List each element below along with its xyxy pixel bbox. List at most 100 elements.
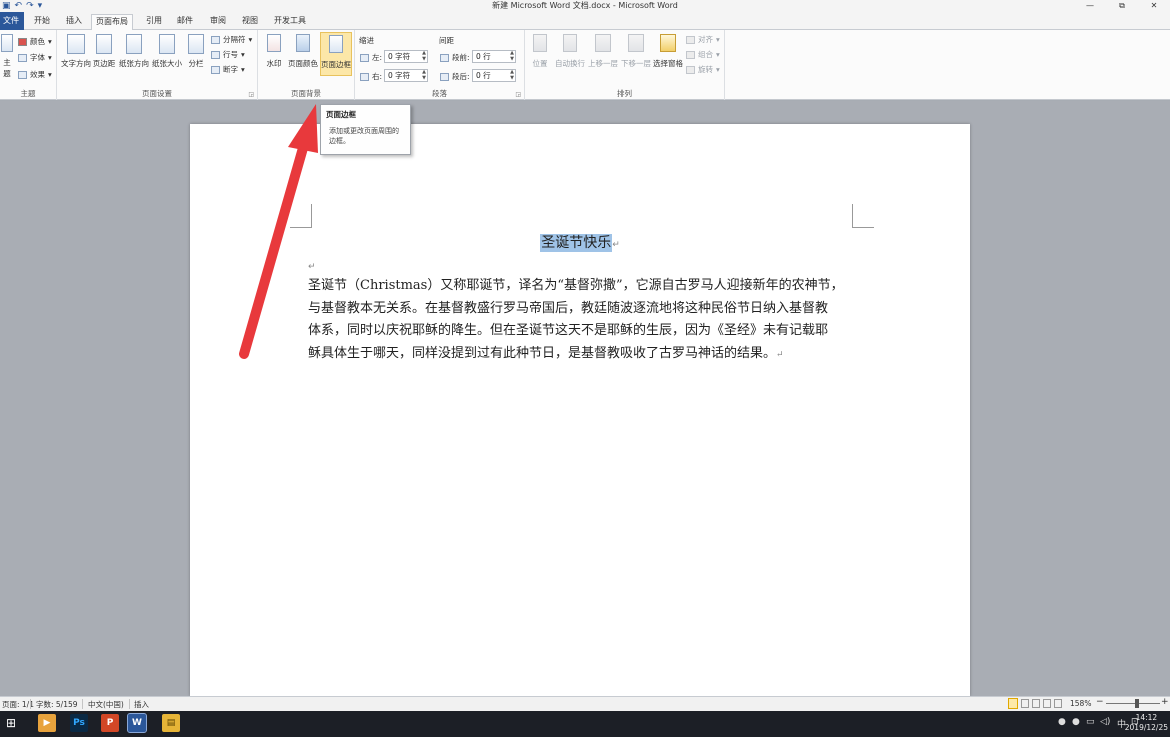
minimize-button[interactable]: — [1074,0,1106,12]
tab-home[interactable]: 开始 [30,14,54,30]
selection-pane-button[interactable]: 选择窗格 [652,34,684,69]
align-button[interactable]: 对齐 ▾ [686,34,720,45]
page-color-icon [296,34,310,52]
columns-button[interactable]: 分栏 [185,34,207,69]
photoshop-app-icon[interactable]: Ps [70,714,88,732]
page-borders-tooltip: 页面边框 添加或更改页面周围的边框。 [320,104,411,155]
window-title: 新建 Microsoft Word 文档.docx - Microsoft Wo… [492,1,678,10]
theme-colors-button[interactable]: 颜色 ▾ [18,36,52,47]
language-indicator[interactable]: 中文(中国) [88,699,124,710]
rotate-button[interactable]: 旋转 ▾ [686,64,720,75]
indent-right-input[interactable]: 0 字符 ▲ ▼ [384,69,428,82]
spacing-title: 间距 [439,36,454,45]
zoom-level[interactable]: 158% [1070,699,1091,708]
outline-view-icon[interactable] [1043,699,1051,708]
tab-file[interactable]: 文件 [0,12,24,30]
document-title[interactable]: 圣诞节快乐↵ [190,232,970,252]
send-backward-button[interactable]: 下移一层 [620,34,652,69]
ribbon: 主题 颜色▾ 字体▾ 效果▾ 主题 文字方向 页边距 纸张方向 纸张大小 [0,30,1170,100]
status-bar: 页面: 1/1 字数: 5/159 中文(中国) 插入 158% − + [0,696,1170,711]
close-button[interactable]: ✕ [1138,0,1170,12]
group-label-page-setup: 页面设置 [142,89,172,98]
line-numbers-icon [211,50,220,59]
text-direction-button[interactable]: 文字方向 [61,34,91,69]
file-explorer-app-icon[interactable]: ▤ [162,714,180,732]
watermark-button[interactable]: 水印 [262,34,286,69]
rotate-icon [686,65,695,74]
page-setup-dialog-launcher-icon[interactable]: ◲ [248,91,254,98]
powerpoint-app-icon[interactable]: P [101,714,119,732]
system-clock[interactable]: 14:12 2019/12/25 [1125,713,1168,733]
zoom-in-button[interactable]: + [1161,697,1169,707]
body-line: 稣具体生于哪天，同样没提到过有此种节日，是基督教吸收了古罗马神话的结果。↵ [308,346,784,362]
position-icon [533,34,547,52]
tab-insert[interactable]: 插入 [62,14,86,30]
draft-view-icon[interactable] [1054,699,1062,708]
tooltip-description: 添加或更改页面周围的边框。 [329,127,399,145]
indent-left-input[interactable]: 0 字符 ▲ ▼ [384,50,428,63]
group-objects-icon [686,50,695,59]
paragraph-mark: ↵ [612,240,620,250]
tray-app-icon-2[interactable]: ● [1072,717,1080,727]
restore-button[interactable]: ⧉ [1106,0,1138,12]
group-page-background: 水印 页面颜色 页面边框 页面背景 [258,30,355,100]
selected-title-text[interactable]: 圣诞节快乐 [540,234,613,252]
zoom-out-button[interactable]: − [1096,697,1104,707]
spacing-after-input[interactable]: 0 行 ▲ ▼ [472,69,516,82]
effects-icon [18,70,27,79]
spacing-before-label: 段前: [440,52,470,63]
hyphenation-button[interactable]: 断字 ▾ [211,64,245,75]
paragraph-dialog-launcher-icon[interactable]: ◲ [515,91,521,98]
theme-fonts-button[interactable]: 字体 ▾ [18,52,52,63]
body-line: 与基督教本无关系。在基督教盛行罗马帝国后，教廷随波逐流地将这种民俗节日纳入基督教 [308,300,829,316]
document-page[interactable]: 圣诞节快乐↵ ↵ 圣诞节（Christmas）又称耶诞节，译名为“基督弥撒”，它… [190,124,970,696]
volume-icon[interactable]: ◁) [1100,717,1110,727]
group-objects-button[interactable]: 组合 ▾ [686,49,720,60]
tab-view[interactable]: 视图 [238,14,262,30]
page-color-button[interactable]: 页面颜色 [287,34,319,69]
bring-forward-icon [595,34,611,52]
network-icon[interactable]: ▭ [1086,717,1095,727]
body-line: 圣诞节（Christmas）又称耶诞节，译名为“基督弥撒”，它源自古罗马人迎接新… [308,278,844,293]
spacing-before-input[interactable]: 0 行 ▲ ▼ [472,50,516,63]
wrap-text-button[interactable]: 自动换行 [554,34,586,69]
line-numbers-button[interactable]: 行号 ▾ [211,49,245,60]
tab-references[interactable]: 引用 [142,14,166,30]
theme-effects-button[interactable]: 效果 ▾ [18,69,52,80]
window-controls: — ⧉ ✕ [1074,0,1170,12]
insert-mode-indicator[interactable]: 插入 [134,699,149,710]
word-app-icon[interactable]: W [127,713,147,733]
spacing-after-spinner-icon[interactable]: ▲ ▼ [510,69,514,81]
tab-review[interactable]: 审阅 [206,14,230,30]
breaks-button[interactable]: 分隔符 ▾ [211,34,252,45]
position-button[interactable]: 位置 [527,34,553,69]
ribbon-tabs: 文件 开始 插入 页面布局 引用 邮件 审阅 视图 开发工具 [0,12,1170,31]
taskbar: ⊞ ▶ Ps P W ▤ ● ● ▭ ◁) 中 ⊡ 14:12 2019/12/… [0,711,1170,737]
page-borders-button[interactable]: 页面边框 [320,32,352,76]
themes-button[interactable]: 主题 [0,34,14,79]
tab-mailings[interactable]: 邮件 [173,14,197,30]
media-player-app-icon[interactable]: ▶ [38,714,56,732]
indent-right-spinner-icon[interactable]: ▲ ▼ [422,69,426,81]
size-button[interactable]: 纸张大小 [151,34,183,69]
tab-page-layout[interactable]: 页面布局 [91,14,133,31]
indent-left-spinner-icon[interactable]: ▲ ▼ [422,50,426,62]
spacing-before-spinner-icon[interactable]: ▲ ▼ [510,50,514,62]
zoom-slider-thumb[interactable] [1135,699,1140,708]
tab-developer[interactable]: 开发工具 [270,14,310,30]
breaks-icon [211,35,220,44]
word-count[interactable]: 字数: 5/159 [36,699,78,710]
start-button[interactable]: ⊞ [2,714,20,732]
margins-button[interactable]: 页边距 [92,34,116,69]
print-layout-view-icon[interactable] [1008,698,1018,709]
bring-forward-button[interactable]: 上移一层 [587,34,619,69]
orientation-button[interactable]: 纸张方向 [118,34,150,69]
web-layout-view-icon[interactable] [1032,699,1040,708]
tray-app-icon[interactable]: ● [1058,717,1066,727]
zoom-slider[interactable] [1106,703,1160,704]
size-icon [159,34,175,54]
document-body[interactable]: 圣诞节（Christmas）又称耶诞节，译名为“基督弥撒”，它源自古罗马人迎接新… [308,275,858,367]
tooltip-title: 页面边框 [326,110,356,119]
document-area[interactable]: 圣诞节快乐↵ ↵ 圣诞节（Christmas）又称耶诞节，译名为“基督弥撒”，它… [0,101,1170,696]
full-screen-reading-view-icon[interactable] [1021,699,1029,708]
